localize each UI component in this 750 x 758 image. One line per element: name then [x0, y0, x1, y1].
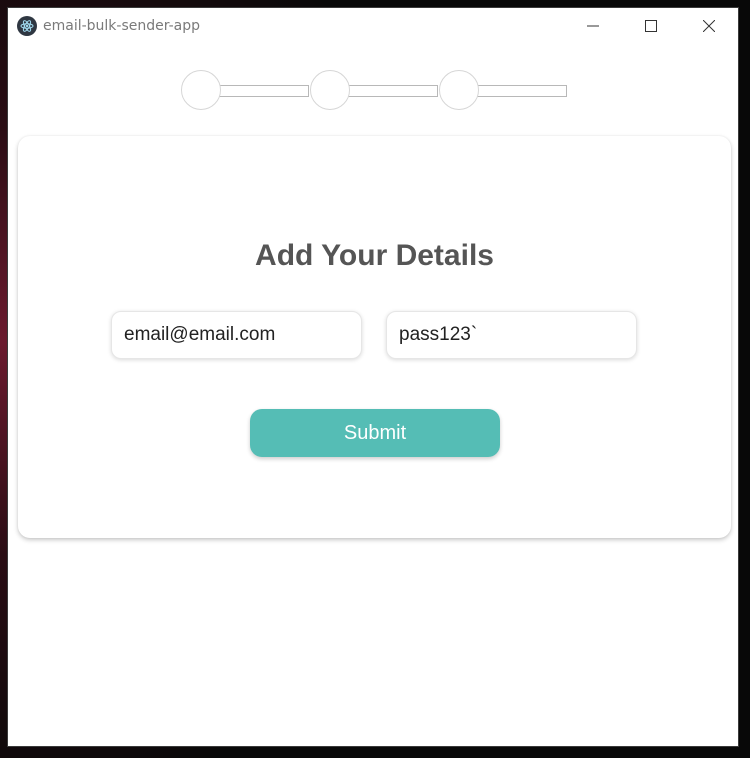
title-bar[interactable]: email-bulk-sender-app: [8, 8, 738, 44]
progress-stepper: [181, 70, 569, 110]
step-2-circle: [310, 70, 350, 110]
step-connector-3: [477, 85, 567, 97]
app-window: email-bulk-sender-app Add Your Details S…: [7, 7, 739, 747]
submit-button[interactable]: Submit: [250, 409, 500, 457]
window-title: email-bulk-sender-app: [43, 18, 201, 34]
email-field[interactable]: [111, 311, 362, 359]
details-form-card: Add Your Details Submit: [18, 136, 731, 538]
step-3-circle: [439, 70, 479, 110]
form-heading: Add Your Details: [255, 239, 494, 272]
step-1-circle: [181, 70, 221, 110]
minimize-icon: [587, 25, 599, 27]
step-connector-2: [348, 85, 438, 97]
close-button[interactable]: [680, 8, 738, 44]
maximize-button[interactable]: [622, 8, 680, 44]
step-connector-1: [219, 85, 309, 97]
electron-app-icon: [17, 16, 37, 36]
password-field[interactable]: [386, 311, 637, 359]
window-controls: [564, 8, 738, 44]
close-icon: [703, 20, 715, 32]
minimize-button[interactable]: [564, 8, 622, 44]
maximize-icon: [645, 20, 657, 32]
